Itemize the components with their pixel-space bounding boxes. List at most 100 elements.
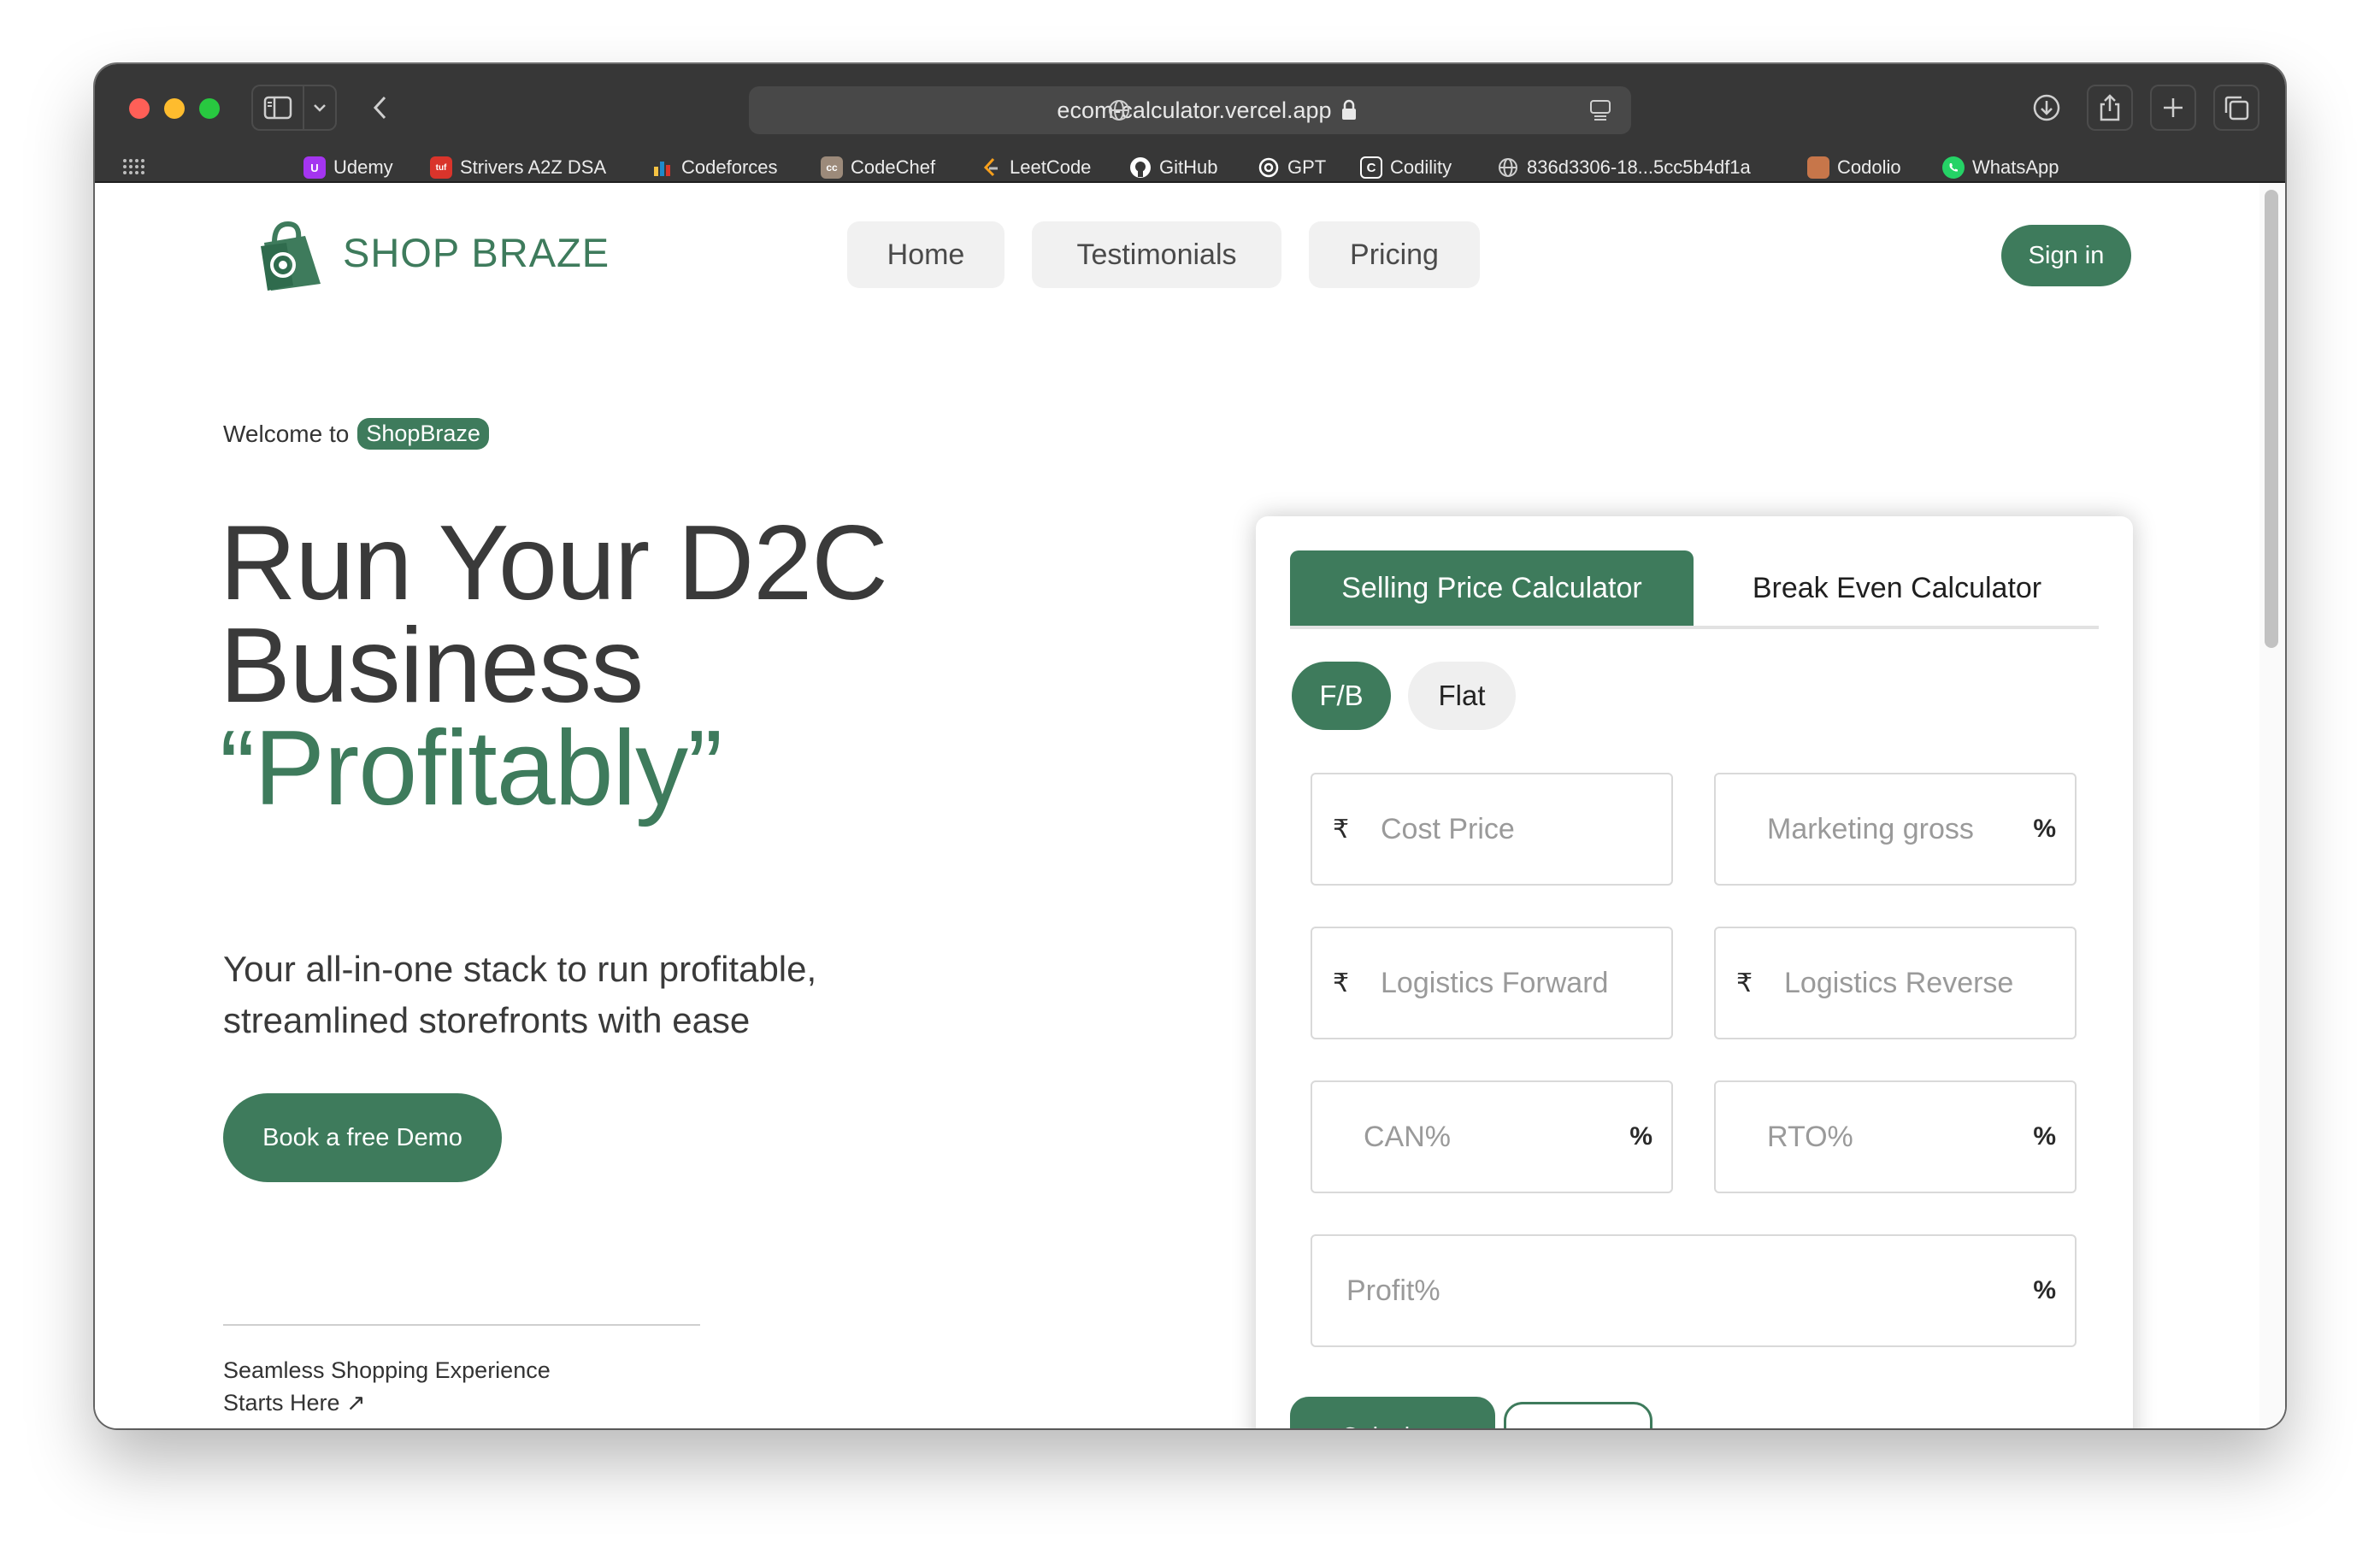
bookmark-codolio[interactable]: Codolio [1807,155,1901,180]
nav-testimonials[interactable]: Testimonials [1032,221,1281,288]
reset-button[interactable]: Reset [1504,1402,1652,1428]
browser-window: ecom-calculator.vercel.app U Udemy tuf S… [95,64,2285,1428]
book-demo-button[interactable]: Book a free Demo [223,1093,502,1182]
scrollbar-thumb[interactable] [2265,190,2278,648]
tuf-icon: tuf [430,156,452,179]
profit-input[interactable] [1312,1274,2034,1308]
nav-home[interactable]: Home [847,221,1004,288]
bookmark-label: CodeChef [851,156,936,178]
rto-field: % [1714,1080,2077,1193]
welcome-line: Welcome to ShopBraze [223,418,489,450]
share-button[interactable] [2087,85,2133,131]
scrollbar[interactable] [2259,183,2285,1428]
seamless-link[interactable]: Seamless Shopping Experience Starts Here… [223,1354,551,1419]
seamless-line-1: Seamless Shopping Experience [223,1357,551,1383]
bookmark-label: Codeforces [681,156,778,178]
codility-icon: C [1360,156,1382,179]
minimize-window-button[interactable] [164,98,185,119]
github-icon [1129,156,1152,179]
calculator-card: Selling Price Calculator Break Even Calc… [1256,516,2133,1428]
address-bar[interactable]: ecom-calculator.vercel.app [749,86,1631,134]
sidebar-icon [263,96,292,120]
toggle-flat[interactable]: Flat [1408,662,1516,730]
new-tab-button[interactable] [2150,85,2196,131]
bookmark-leetcode[interactable]: LeetCode [980,155,1091,180]
hero-subtitle: Your all-in-one stack to run profitable,… [223,944,993,1046]
can-input[interactable] [1312,1120,1630,1154]
logistics-reverse-field: ₹ [1714,927,2077,1039]
hero-heading: Run Your D2C Business “Profitably” [220,504,888,821]
calculator-tabs: Selling Price Calculator Break Even Calc… [1290,550,2099,629]
plus-icon [2164,98,2183,117]
bookmark-codeforces[interactable]: Codeforces [651,155,778,180]
toggle-fb[interactable]: F/B [1292,662,1391,730]
can-field: % [1311,1080,1673,1193]
rupee-icon: ₹ [1333,815,1350,844]
logistics-forward-input[interactable] [1381,966,1671,1000]
bookmark-label: Codility [1390,156,1452,178]
downloads-button[interactable] [2024,85,2070,131]
bookmark-link[interactable]: 836d3306-18...5cc5b4df1a [1497,155,1751,180]
close-window-button[interactable] [129,98,150,119]
bookmark-udemy[interactable]: U Udemy [303,155,393,180]
download-icon [2033,94,2060,121]
whatsapp-icon [1942,156,1965,179]
divider [223,1324,700,1326]
subtitle-line-1: Your all-in-one stack to run profitable, [223,949,817,989]
percent-icon: % [2033,815,2056,843]
bookmark-codechef[interactable]: cc CodeChef [821,155,935,180]
bookmark-label: GitHub [1159,156,1218,178]
sidebar-toggle-button[interactable] [251,85,303,131]
percent-icon: % [2033,1276,2056,1304]
nav-pricing[interactable]: Pricing [1309,221,1480,288]
globe-icon [1109,100,1129,121]
seamless-line-2: Starts Here ↗ [223,1390,366,1416]
tabs-overview-icon [2224,96,2249,121]
rupee-icon: ₹ [1333,968,1350,998]
bookmark-codility[interactable]: C Codility [1360,155,1452,180]
marketing-gross-input[interactable] [1716,812,2034,846]
url-text: ecom-calculator.vercel.app [1057,97,1332,123]
sign-in-button[interactable]: Sign in [2001,225,2131,286]
tab-selling-price[interactable]: Selling Price Calculator [1290,550,1694,626]
cost-price-input[interactable] [1381,812,1671,846]
bookmark-label: GPT [1287,156,1327,178]
zoom-window-button[interactable] [199,98,220,119]
logistics-reverse-input[interactable] [1784,966,2075,1000]
welcome-text: Welcome to [223,420,350,447]
leetcode-icon [980,156,1002,179]
hero-line-1: Run Your D2C [220,504,888,622]
bookmark-strivers[interactable]: tuf Strivers A2Z DSA [430,155,606,180]
bookmark-whatsapp[interactable]: WhatsApp [1942,155,2059,180]
lock-icon [1341,99,1356,120]
brand-name[interactable]: SHOP BRAZE [343,229,610,276]
tab-group-dropdown[interactable] [303,85,337,131]
reader-icon[interactable] [1588,98,1612,122]
bookmark-label: WhatsApp [1972,156,2059,178]
openai-icon [1258,156,1280,179]
bookmark-label: LeetCode [1010,156,1092,178]
profit-field: % [1311,1234,2077,1347]
apps-grid-icon[interactable] [122,158,144,175]
share-icon [2100,94,2120,121]
percent-icon: % [2033,1122,2056,1151]
bookmark-label: Udemy [333,156,393,178]
chevron-down-icon [314,104,326,112]
codolio-icon [1807,156,1829,179]
bookmark-label: 836d3306-18...5cc5b4df1a [1527,156,1751,178]
bookmark-gpt[interactable]: GPT [1258,155,1326,180]
bookmark-github[interactable]: GitHub [1129,155,1217,180]
tab-break-even[interactable]: Break Even Calculator [1709,550,2085,626]
brand-badge: ShopBraze [357,418,489,450]
shopping-bag-logo-icon [261,221,321,291]
udemy-icon: U [303,156,326,179]
logistics-forward-field: ₹ [1311,927,1673,1039]
hero-line-2: Business [220,607,644,725]
codeforces-icon [651,156,674,179]
tab-overview-button[interactable] [2213,85,2259,131]
globe-icon [1497,156,1519,179]
calculate-button[interactable]: Calculate [1290,1397,1495,1428]
back-button[interactable] [356,85,403,131]
chevron-left-icon [373,96,386,120]
rto-input[interactable] [1716,1120,2034,1154]
